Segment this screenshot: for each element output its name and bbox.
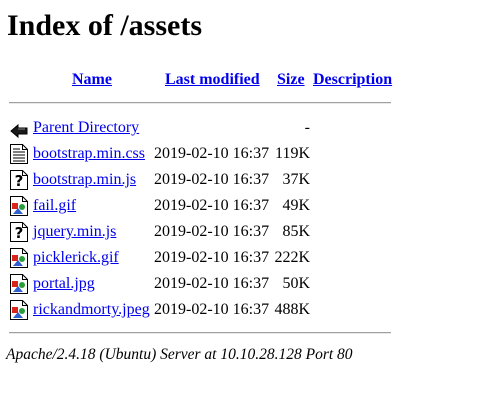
file-modified: 2019-02-10 16:37: [154, 145, 270, 162]
header-divider: [9, 102, 391, 104]
file-row: ? jquery.min.js 2019-02-10 16:37 85K: [0, 219, 486, 245]
file-modified: 2019-02-10 16:37: [154, 301, 270, 318]
file-modified: 2019-02-10 16:37: [154, 249, 270, 266]
unknown-file-icon: ?: [9, 221, 29, 243]
file-link[interactable]: fail.gif: [33, 197, 76, 215]
file-size: 488K: [274, 301, 310, 318]
page-title: Index of /assets: [7, 9, 203, 42]
back-icon: [9, 117, 29, 139]
file-row: rickandmorty.jpeg 2019-02-10 16:37 488K: [0, 297, 486, 323]
column-header-name[interactable]: Name: [72, 71, 112, 89]
file-row: bootstrap.min.css 2019-02-10 16:37 119K: [0, 141, 486, 167]
svg-text:?: ?: [15, 224, 24, 242]
file-row: ? bootstrap.min.js 2019-02-10 16:37 37K: [0, 167, 486, 193]
file-link[interactable]: jquery.min.js: [33, 223, 116, 241]
unknown-file-icon: ?: [9, 169, 29, 191]
file-size: 50K: [282, 275, 310, 292]
parent-directory-link[interactable]: Parent Directory: [33, 119, 139, 137]
file-link[interactable]: bootstrap.min.js: [33, 171, 136, 189]
file-row: portal.jpg 2019-02-10 16:37 50K: [0, 271, 486, 297]
file-size: 37K: [282, 171, 310, 188]
file-link[interactable]: bootstrap.min.css: [33, 145, 145, 163]
image-file-icon: [9, 247, 29, 269]
file-link[interactable]: rickandmorty.jpeg: [33, 301, 150, 319]
parent-size: -: [304, 119, 310, 136]
file-modified: 2019-02-10 16:37: [154, 275, 270, 292]
parent-directory-row: Parent Directory -: [0, 115, 486, 141]
file-row: picklerick.gif 2019-02-10 16:37 222K: [0, 245, 486, 271]
file-link[interactable]: portal.jpg: [33, 275, 95, 293]
column-header-size[interactable]: Size: [277, 71, 305, 89]
image-file-icon: [9, 195, 29, 217]
file-modified: 2019-02-10 16:37: [154, 223, 270, 240]
file-modified: 2019-02-10 16:37: [154, 197, 270, 214]
column-header-description[interactable]: Description: [313, 71, 392, 89]
file-modified: 2019-02-10 16:37: [154, 171, 270, 188]
file-link[interactable]: picklerick.gif: [33, 249, 119, 267]
file-size: 222K: [274, 249, 310, 266]
text-file-icon: [9, 143, 29, 165]
image-file-icon: [9, 273, 29, 295]
image-file-icon: [9, 299, 29, 321]
footer-divider: [9, 332, 391, 334]
column-header-last-modified[interactable]: Last modified: [165, 71, 260, 89]
server-signature: Apache/2.4.18 (Ubuntu) Server at 10.10.2…: [6, 346, 353, 363]
svg-text:?: ?: [15, 172, 24, 190]
file-size: 85K: [282, 223, 310, 240]
file-size: 49K: [282, 197, 310, 214]
file-size: 119K: [275, 145, 310, 162]
file-row: fail.gif 2019-02-10 16:37 49K: [0, 193, 486, 219]
